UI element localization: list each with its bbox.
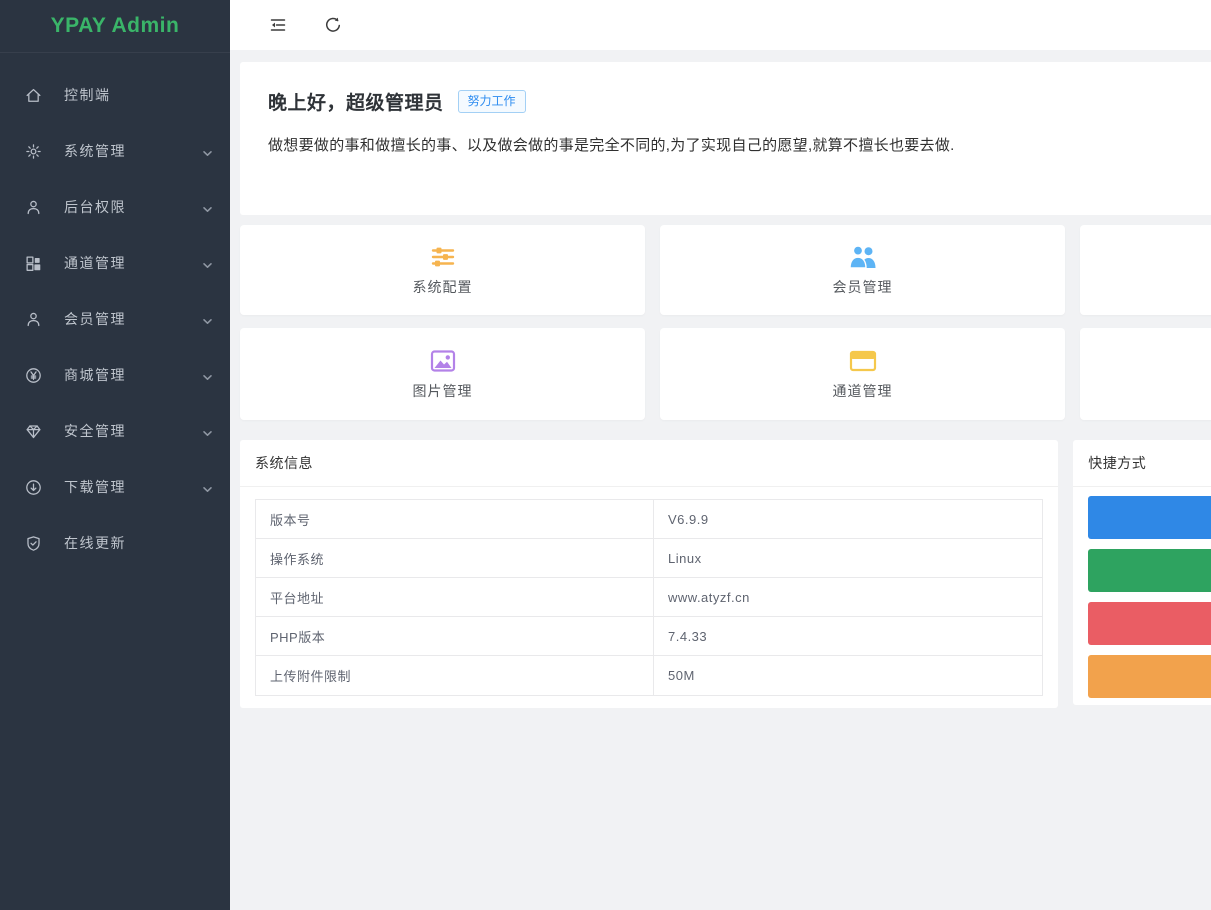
sidebar-item-dashboard[interactable]: 控制端	[0, 67, 230, 123]
card-member-management[interactable]: 会员管理	[660, 225, 1065, 315]
home-icon	[25, 87, 42, 104]
row-label: 上传附件限制	[256, 656, 654, 695]
sidebar-item-system-management[interactable]: 系统管理	[0, 123, 230, 179]
shield-check-icon	[25, 535, 42, 552]
chevron-down-icon	[202, 146, 213, 157]
sidebar-item-mall-management[interactable]: 商城管理	[0, 347, 230, 403]
card-channel-management[interactable]: 通道管理	[660, 328, 1065, 420]
row-label: 操作系统	[256, 539, 654, 577]
shortcut-blue[interactable]	[1088, 496, 1211, 539]
table-row: 平台地址 www.atyzf.cn	[256, 578, 1042, 617]
yen-circle-icon	[25, 367, 42, 384]
row-value: 50M	[654, 656, 1042, 695]
sidebar-item-label: 安全管理	[64, 421, 126, 441]
row-value: Linux	[654, 539, 1042, 577]
row-value: www.atyzf.cn	[654, 578, 1042, 616]
sidebar-item-online-update[interactable]: 在线更新	[0, 515, 230, 571]
sidebar-item-label: 会员管理	[64, 309, 126, 329]
shortcuts-panel: 快捷方式	[1073, 440, 1211, 705]
main-area: 晚上好，超级管理员 努力工作 做想要做的事和做擅长的事、以及做会做的事是完全不同…	[230, 0, 1211, 708]
status-badge: 努力工作	[458, 90, 526, 112]
card-label: 会员管理	[833, 277, 893, 297]
row-label: 版本号	[256, 500, 654, 538]
sidebar-item-label: 控制端	[64, 85, 111, 105]
card-system-config[interactable]: 系统配置	[240, 225, 645, 315]
shortcut-orange[interactable]	[1088, 655, 1211, 698]
table-row: 操作系统 Linux	[256, 539, 1042, 578]
refresh-icon[interactable]	[323, 15, 343, 35]
sidebar-item-label: 系统管理	[64, 141, 126, 161]
chevron-down-icon	[202, 314, 213, 325]
row-value: 7.4.33	[654, 617, 1042, 655]
shortcut-green[interactable]	[1088, 549, 1211, 592]
table-row: 版本号 V6.9.9	[256, 500, 1042, 539]
bottom-row: 系统信息 版本号 V6.9.9 操作系统 Linux 平台地址 www.atyz…	[240, 440, 1211, 708]
chevron-down-icon	[202, 202, 213, 213]
card-label: 系统配置	[413, 277, 473, 297]
card-label: 通道管理	[833, 381, 893, 401]
chevron-down-icon	[202, 426, 213, 437]
grid-icon	[25, 255, 42, 272]
row-label: PHP版本	[256, 617, 654, 655]
sidebar-item-label: 后台权限	[64, 197, 126, 217]
card-cutoff-row2[interactable]	[1080, 328, 1211, 420]
sidebar-item-security-management[interactable]: 安全管理	[0, 403, 230, 459]
daily-quote: 做想要做的事和做擅长的事、以及做会做的事是完全不同的,为了实现自己的愿望,就算不…	[268, 134, 1211, 155]
sidebar-item-label: 下载管理	[64, 477, 126, 497]
app-logo: YPAY Admin	[51, 14, 180, 38]
greeting-title: 晚上好，超级管理员	[268, 88, 444, 115]
sidebar-menu: 控制端 系统管理 后台权限 通道管理	[0, 53, 230, 571]
shortcut-list	[1073, 487, 1211, 698]
shortcut-red[interactable]	[1088, 602, 1211, 645]
sidebar-item-channel-management[interactable]: 通道管理	[0, 235, 230, 291]
sliders-icon	[430, 243, 456, 271]
users-icon	[848, 243, 878, 271]
card-label: 图片管理	[413, 381, 473, 401]
sidebar-item-label: 通道管理	[64, 253, 126, 273]
user-icon	[25, 199, 42, 216]
sidebar-item-member-management[interactable]: 会员管理	[0, 291, 230, 347]
sidebar-item-download-management[interactable]: 下载管理	[0, 459, 230, 515]
shortcuts-title: 快捷方式	[1073, 440, 1211, 487]
card-picture-management[interactable]: 图片管理	[240, 328, 645, 420]
table-row: PHP版本 7.4.33	[256, 617, 1042, 656]
system-info-panel: 系统信息 版本号 V6.9.9 操作系统 Linux 平台地址 www.atyz…	[240, 440, 1058, 708]
chevron-down-icon	[202, 258, 213, 269]
quick-cards: 系统配置 会员管理	[240, 225, 1211, 420]
gear-icon	[25, 143, 42, 160]
content: 晚上好，超级管理员 努力工作 做想要做的事和做擅长的事、以及做会做的事是完全不同…	[230, 50, 1211, 708]
window-icon	[849, 347, 877, 375]
greeting-panel: 晚上好，超级管理员 努力工作 做想要做的事和做擅长的事、以及做会做的事是完全不同…	[240, 62, 1211, 215]
picture-icon	[430, 347, 456, 375]
sidebar: YPAY Admin 控制端 系统管理 后台权限	[0, 0, 230, 910]
sidebar-header: YPAY Admin	[0, 0, 230, 53]
row-value: V6.9.9	[654, 500, 1042, 538]
chevron-down-icon	[202, 370, 213, 381]
card-cutoff-row1[interactable]	[1080, 225, 1211, 315]
row-label: 平台地址	[256, 578, 654, 616]
collapse-menu-icon[interactable]	[268, 15, 288, 35]
chevron-down-icon	[202, 482, 213, 493]
download-circle-icon	[25, 479, 42, 496]
sidebar-item-admin-permissions[interactable]: 后台权限	[0, 179, 230, 235]
gem-icon	[25, 423, 42, 440]
sidebar-item-label: 在线更新	[64, 533, 126, 553]
system-info-title: 系统信息	[240, 440, 1058, 487]
sidebar-item-label: 商城管理	[64, 365, 126, 385]
system-info-table: 版本号 V6.9.9 操作系统 Linux 平台地址 www.atyzf.cn …	[255, 499, 1043, 696]
topbar	[230, 0, 1211, 50]
table-row: 上传附件限制 50M	[256, 656, 1042, 695]
user-icon	[25, 311, 42, 328]
